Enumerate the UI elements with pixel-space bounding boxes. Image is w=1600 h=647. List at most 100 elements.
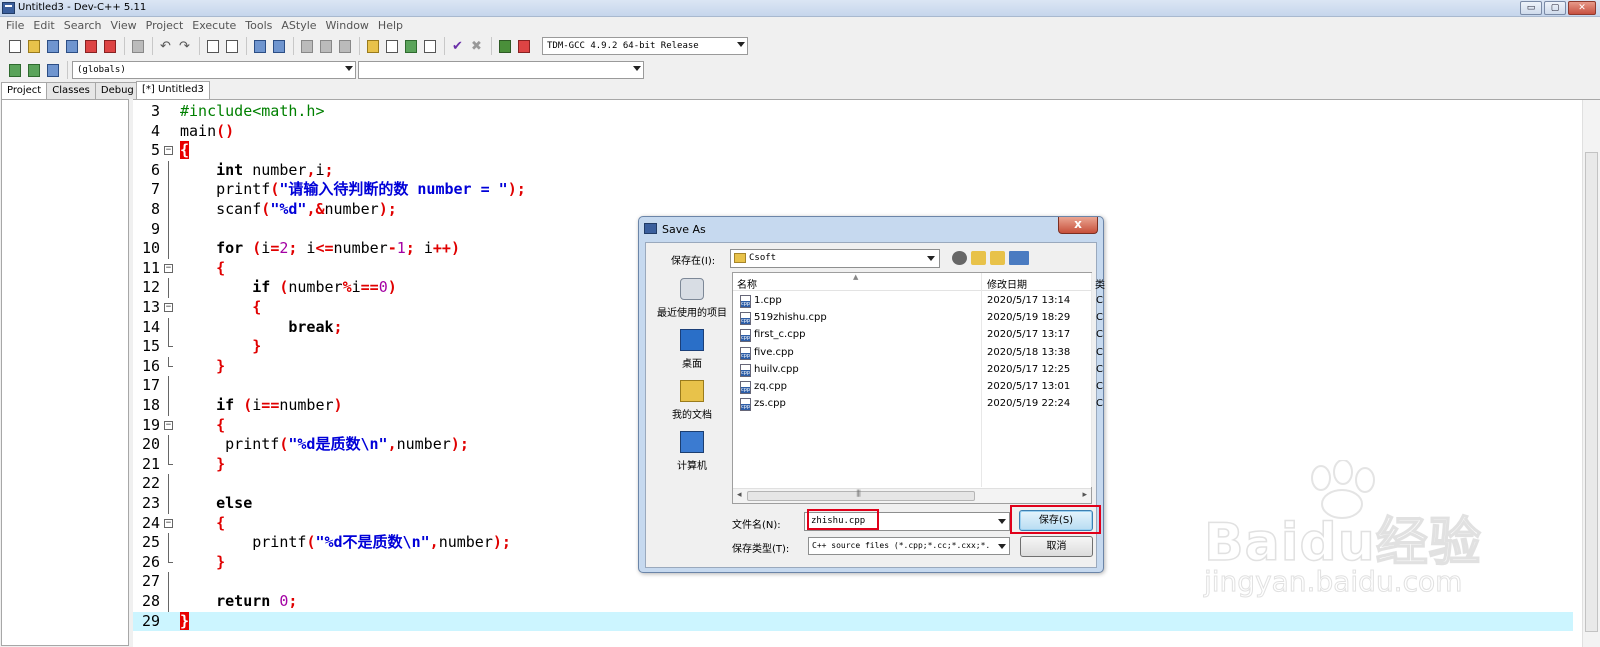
indent-button[interactable]: [251, 38, 268, 55]
new-project-button[interactable]: [364, 38, 381, 55]
goto-declaration-button[interactable]: [6, 62, 23, 79]
goto-definition-button[interactable]: [25, 62, 42, 79]
window-icon: [385, 39, 398, 53]
new-class-button[interactable]: [383, 38, 400, 55]
undo-button[interactable]: ↶: [157, 38, 174, 55]
close-button[interactable]: ✕: [1568, 1, 1596, 15]
abort-button[interactable]: ✖: [468, 38, 485, 55]
bookmark-next-button[interactable]: [317, 38, 334, 55]
minimize-button[interactable]: ▭: [1520, 1, 1542, 15]
up-folder-icon[interactable]: [971, 251, 986, 265]
menu-execute[interactable]: Execute: [188, 17, 241, 34]
editor-tab-untitled3[interactable]: [*] Untitled3: [136, 81, 210, 99]
scope-select[interactable]: (globals): [72, 61, 356, 79]
menu-edit[interactable]: Edit: [29, 17, 59, 34]
place-recent[interactable]: 最近使用的项目: [652, 278, 732, 319]
view-menu-icon[interactable]: [1009, 251, 1029, 265]
project-tree[interactable]: [1, 99, 129, 646]
column-name[interactable]: 名称: [737, 276, 757, 291]
file-row[interactable]: 1.cpp 2020/5/17 13:14 C: [733, 293, 1103, 310]
open-folder-icon: [27, 39, 40, 53]
file-row[interactable]: huilv.cpp 2020/5/17 12:25 C: [733, 362, 1103, 379]
horizontal-scrollbar[interactable]: ◂ ▸: [733, 488, 1091, 503]
toggle-comment-button[interactable]: [336, 38, 353, 55]
fold-toggle-icon[interactable]: −: [164, 420, 173, 430]
vertical-scrollbar[interactable]: [1582, 100, 1600, 647]
dialog-cancel-button[interactable]: 取消: [1020, 536, 1093, 557]
print-button[interactable]: [129, 38, 146, 55]
new-folder-icon[interactable]: [990, 251, 1005, 265]
file-row[interactable]: 519zhishu.cpp 2020/5/19 18:29 C: [733, 310, 1103, 327]
menu-project[interactable]: Project: [142, 17, 189, 34]
scroll-left-icon[interactable]: ◂: [737, 490, 742, 500]
syntax-check-button[interactable]: ✔: [449, 38, 466, 55]
column-type[interactable]: 类: [1095, 276, 1105, 291]
compiler-select[interactable]: TDM-GCC 4.9.2 64-bit Release: [542, 37, 748, 55]
cpp-file-icon: [740, 312, 751, 326]
menu-view[interactable]: View: [107, 17, 142, 34]
code-line[interactable]: 28 return 0;: [133, 592, 1573, 612]
tab-classes[interactable]: Classes: [46, 82, 96, 99]
place-computer[interactable]: 计算机: [652, 431, 732, 472]
code-line[interactable]: 3 #include<math.h>: [133, 102, 1573, 122]
file-type: C: [1096, 312, 1103, 324]
file-type-select[interactable]: C++ source files (*.cpp;*.cc;*.cxx;*.: [808, 537, 1010, 555]
code-line[interactable]: 5−{: [133, 141, 1573, 161]
column-date[interactable]: 修改日期: [987, 276, 1027, 291]
menu-tools[interactable]: Tools: [241, 17, 277, 34]
close-file-button[interactable]: [82, 38, 99, 55]
fold-toggle-icon[interactable]: −: [164, 518, 173, 528]
tab-debug[interactable]: Debug: [94, 82, 140, 99]
debug-button[interactable]: [515, 38, 532, 55]
tile-button[interactable]: [421, 38, 438, 55]
tab-project[interactable]: Project: [1, 82, 48, 100]
dialog-close-button[interactable]: x: [1058, 217, 1098, 234]
file-row[interactable]: zs.cpp 2020/5/19 22:24 C: [733, 396, 1103, 413]
fold-toggle-icon[interactable]: −: [164, 146, 173, 156]
back-icon[interactable]: [952, 251, 967, 265]
profile-button[interactable]: [496, 38, 513, 55]
scroll-right-icon[interactable]: ▸: [1082, 490, 1087, 500]
menu-help[interactable]: Help: [374, 17, 408, 34]
save-all-button[interactable]: [63, 38, 80, 55]
new-file-button[interactable]: [6, 38, 23, 55]
redo-button[interactable]: ↷: [176, 38, 193, 55]
code-line[interactable]: 29}: [133, 611, 1573, 632]
scrollbar-thumb[interactable]: [1585, 152, 1598, 632]
code-text: return 0;: [216, 592, 298, 610]
chevron-down-icon[interactable]: [998, 519, 1006, 524]
file-row[interactable]: first_c.cpp 2020/5/17 13:17 C: [733, 327, 1103, 344]
save-button[interactable]: [44, 38, 61, 55]
code-text: scanf("%d",&number);: [180, 200, 397, 218]
close-all-button[interactable]: [101, 38, 118, 55]
menu-window[interactable]: Window: [322, 17, 374, 34]
place-documents[interactable]: 我的文档: [652, 380, 732, 421]
code-line[interactable]: 6 int number,i;: [133, 160, 1573, 181]
find-button[interactable]: [204, 38, 221, 55]
menu-file[interactable]: File: [2, 17, 29, 34]
scrollbar-thumb[interactable]: [747, 489, 975, 501]
symbol-select[interactable]: [358, 61, 644, 79]
project-options-button[interactable]: [402, 38, 419, 55]
open-button[interactable]: [25, 38, 42, 55]
menu-astyle[interactable]: AStyle: [277, 17, 321, 34]
code-line[interactable]: 27: [133, 572, 1573, 592]
maximize-button[interactable]: ▢: [1544, 1, 1566, 15]
cpp-file-icon: [740, 295, 751, 308]
fold-toggle-icon[interactable]: −: [164, 263, 173, 273]
bookmark-back-button[interactable]: [298, 38, 315, 55]
save-in-select[interactable]: Csoft: [730, 249, 940, 268]
menu-search[interactable]: Search: [60, 17, 107, 34]
file-row[interactable]: zq.cpp 2020/5/17 13:01 C: [733, 379, 1103, 396]
file-list[interactable]: 名称 ▲ 修改日期 类 1.cpp2020/5/17 13:14C519zhis…: [732, 272, 1105, 504]
replace-button[interactable]: [223, 38, 240, 55]
file-row[interactable]: five.cpp 2020/5/18 13:38 C: [733, 345, 1103, 362]
code-line[interactable]: 7 printf("请输入待判断的数 number = ");: [133, 180, 1573, 200]
arrow-left-icon: [300, 39, 313, 53]
cpp-file-icon: [740, 363, 751, 377]
toggle-header-button[interactable]: [44, 62, 61, 79]
unindent-button[interactable]: [270, 38, 287, 55]
place-desktop[interactable]: 桌面: [652, 329, 732, 370]
code-line[interactable]: 4 main(): [133, 122, 1573, 142]
fold-toggle-icon[interactable]: −: [164, 303, 173, 312]
